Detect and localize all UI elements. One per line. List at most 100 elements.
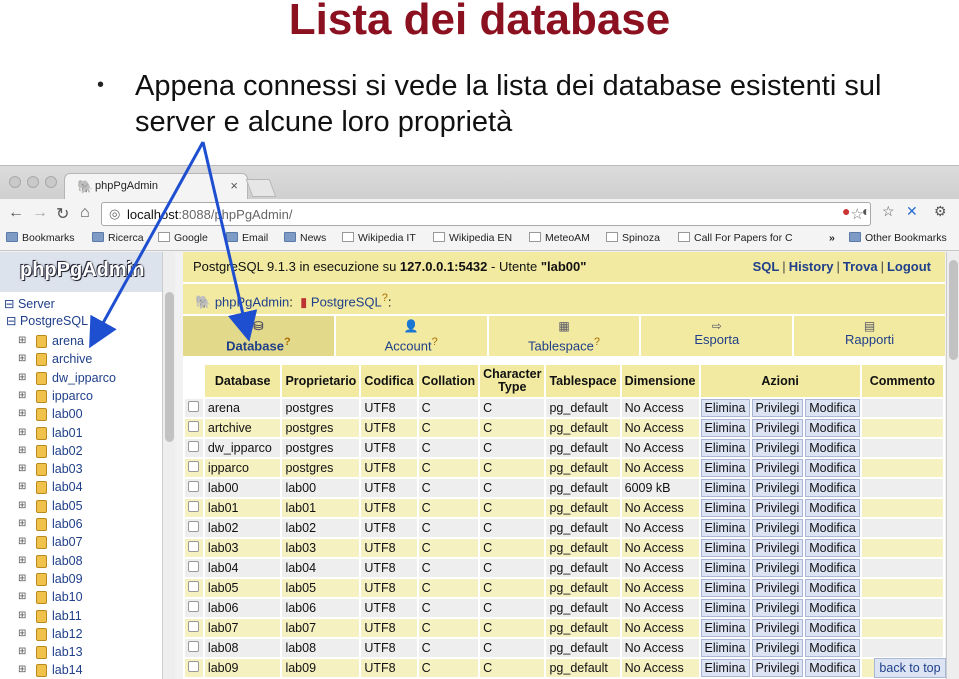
row-checkbox[interactable] [188, 401, 200, 412]
expand-icon[interactable]: ⊞ [18, 664, 26, 675]
tree-item-arena[interactable]: ⊞ arena [18, 333, 158, 351]
row-checkbox[interactable] [188, 521, 200, 532]
privileges-button[interactable]: Privilegi [751, 459, 804, 477]
database-name-link[interactable]: lab06 [204, 599, 281, 617]
expand-icon[interactable]: ⊞ [18, 628, 26, 639]
alter-button[interactable]: Modifica [805, 499, 860, 517]
drop-button[interactable]: Elimina [700, 399, 750, 417]
alter-button[interactable]: Modifica [805, 399, 860, 417]
drop-button[interactable]: Elimina [700, 499, 750, 517]
privileges-button[interactable]: Privilegi [751, 659, 804, 677]
tab-reports[interactable]: ▤ Rapporti [794, 316, 945, 356]
back-to-top-button[interactable]: back to top [874, 658, 946, 678]
drop-button[interactable]: Elimina [700, 519, 750, 537]
tree-item-lab07[interactable]: ⊞ lab07 [18, 534, 158, 552]
alter-button[interactable]: Modifica [805, 519, 860, 537]
row-checkbox[interactable] [188, 621, 200, 632]
maximize-window-icon[interactable] [45, 176, 57, 188]
bookmark-item[interactable]: MeteoAM [529, 232, 590, 244]
drop-button[interactable]: Elimina [700, 659, 750, 677]
bookmark-item[interactable]: News [284, 232, 326, 244]
column-header[interactable]: Database [204, 365, 281, 397]
expand-icon[interactable]: ⊞ [18, 573, 26, 584]
expand-icon[interactable]: ⊞ [18, 536, 26, 547]
bookmark-item[interactable]: Wikipedia EN [433, 232, 512, 244]
logout-link[interactable]: Logout [887, 259, 931, 274]
column-header[interactable]: Tablespace [546, 365, 620, 397]
back-icon[interactable]: ← [8, 204, 24, 222]
expand-icon[interactable]: ⊞ [18, 591, 26, 602]
drop-button[interactable]: Elimina [700, 559, 750, 577]
row-checkbox[interactable] [188, 561, 200, 572]
privileges-button[interactable]: Privilegi [751, 499, 804, 517]
tab-tablespace[interactable]: ▦ Tablespace? [488, 316, 640, 356]
expand-icon[interactable]: ⊞ [18, 481, 26, 492]
tree-item-lab11[interactable]: ⊞ lab11 [18, 608, 158, 626]
privileges-button[interactable]: Privilegi [751, 519, 804, 537]
tab-account[interactable]: 👤 Account? [335, 316, 487, 356]
tree-item-lab09[interactable]: ⊞ lab09 [18, 571, 158, 589]
drop-button[interactable]: Elimina [700, 439, 750, 457]
database-name-link[interactable]: lab01 [204, 499, 281, 517]
row-checkbox[interactable] [188, 461, 200, 472]
privileges-button[interactable]: Privilegi [751, 539, 804, 557]
database-name-link[interactable]: lab08 [204, 639, 281, 657]
alter-button[interactable]: Modifica [805, 599, 860, 617]
row-checkbox[interactable] [188, 481, 200, 492]
privileges-button[interactable]: Privilegi [751, 619, 804, 637]
database-name-link[interactable]: ipparco [204, 459, 281, 477]
close-tab-icon[interactable]: × [230, 178, 238, 193]
row-checkbox[interactable] [188, 601, 200, 612]
column-header[interactable]: Collation [418, 365, 479, 397]
tree-item-ipparco[interactable]: ⊞ ipparco [18, 388, 158, 406]
tree-scrollbar[interactable] [162, 252, 175, 679]
column-header[interactable]: Proprietario [282, 365, 360, 397]
privileges-button[interactable]: Privilegi [751, 599, 804, 617]
reload-icon[interactable]: ↻ [56, 204, 69, 224]
minimize-window-icon[interactable] [27, 176, 39, 188]
history-link[interactable]: History [789, 259, 834, 274]
star-extension-icon[interactable]: ☆ [882, 203, 895, 220]
drop-button[interactable]: Elimina [700, 619, 750, 637]
tree-item-dw_ipparco[interactable]: ⊞ dw_ipparco [18, 370, 158, 388]
tree-item-lab00[interactable]: ⊞ lab00 [18, 406, 158, 424]
database-name-link[interactable]: lab02 [204, 519, 281, 537]
privileges-button[interactable]: Privilegi [751, 439, 804, 457]
expand-icon[interactable]: ⊞ [18, 335, 26, 346]
database-name-link[interactable]: lab09 [204, 659, 281, 677]
extension-x-icon[interactable]: ✕ [906, 203, 918, 220]
tree-item-lab06[interactable]: ⊞ lab06 [18, 516, 158, 534]
tree-item-lab10[interactable]: ⊞ lab10 [18, 589, 158, 607]
alter-button[interactable]: Modifica [805, 619, 860, 637]
privileges-button[interactable]: Privilegi [751, 399, 804, 417]
drop-button[interactable]: Elimina [700, 539, 750, 557]
database-name-link[interactable]: lab04 [204, 559, 281, 577]
column-header[interactable]: Character Type [480, 365, 545, 397]
drop-button[interactable]: Elimina [700, 639, 750, 657]
expand-icon[interactable]: ⊞ [18, 427, 26, 438]
drop-button[interactable]: Elimina [700, 579, 750, 597]
expand-icon[interactable]: ⊞ [18, 500, 26, 511]
tree-item-archive[interactable]: ⊞ archive [18, 351, 158, 369]
alter-button[interactable]: Modifica [805, 559, 860, 577]
bookmark-item[interactable]: Bookmarks [6, 232, 75, 244]
tree-server[interactable]: ⊟ Server [4, 296, 55, 311]
bookmark-item[interactable]: Call For Papers for C [678, 232, 793, 244]
bookmark-item[interactable]: Google [158, 232, 208, 244]
expand-icon[interactable]: ⊞ [18, 353, 26, 364]
database-name-link[interactable]: lab03 [204, 539, 281, 557]
privileges-button[interactable]: Privilegi [751, 639, 804, 657]
adblock-icon[interactable]: ● [842, 203, 850, 219]
tab-database[interactable]: ⛁ Database? [183, 316, 334, 356]
tree-item-lab14[interactable]: ⊞ lab14 [18, 662, 158, 679]
database-name-link[interactable]: lab05 [204, 579, 281, 597]
main-scroll-thumb[interactable] [949, 260, 958, 360]
database-name-link[interactable]: lab00 [204, 479, 281, 497]
expand-icon[interactable]: ⊞ [18, 518, 26, 529]
close-window-icon[interactable] [9, 176, 21, 188]
tree-item-lab01[interactable]: ⊞ lab01 [18, 425, 158, 443]
row-checkbox[interactable] [188, 661, 200, 672]
drop-button[interactable]: Elimina [700, 599, 750, 617]
breadcrumb-app[interactable]: phpPgAdmin [215, 294, 289, 309]
expand-icon[interactable]: ⊞ [18, 372, 26, 383]
